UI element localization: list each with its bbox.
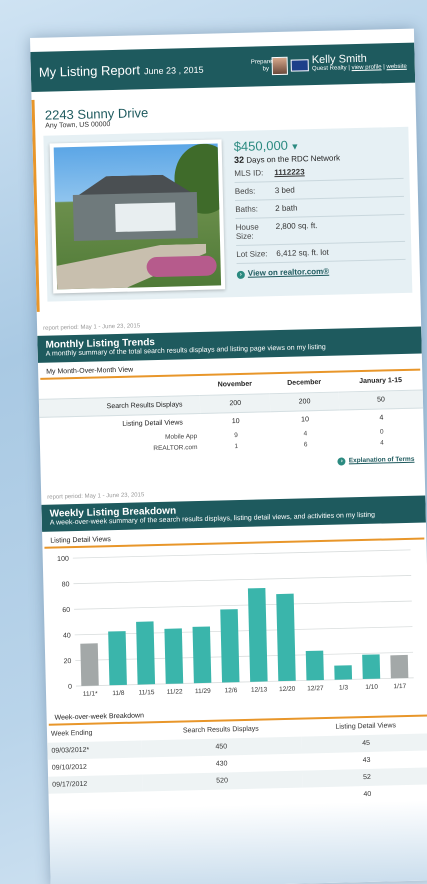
detail-key: Baths: xyxy=(235,204,259,215)
x-tick-label: 11/29 xyxy=(195,688,211,695)
detail-value[interactable]: 1112223 xyxy=(274,167,304,177)
x-tick-label: 1/17 xyxy=(393,683,406,690)
x-tick-label: 1/3 xyxy=(339,684,349,691)
report-header: My Listing Report June 23 , 2015 Prepare… xyxy=(30,42,416,92)
listing-summary: 2243 Sunny Drive Any Town, US 00000 $450… xyxy=(31,90,421,312)
x-tick-label: 11/1* xyxy=(83,691,98,698)
report-date: June 23 , 2015 xyxy=(143,64,204,76)
y-tick-label: 0 xyxy=(68,684,72,691)
cell-value: 200 xyxy=(200,393,271,414)
listing-details: $450,000 ▼ 32 Days on the RDC Network ML… xyxy=(234,135,407,289)
bar xyxy=(390,654,409,679)
gridline xyxy=(73,575,412,585)
cell-value: 200 xyxy=(269,392,340,412)
detail-value: 3 bed xyxy=(274,185,295,196)
prepared-by-label: Prepared by xyxy=(250,59,276,73)
company-logo-icon xyxy=(290,59,310,72)
house-photo xyxy=(49,139,226,294)
month-column-header: January 1-15 xyxy=(359,377,403,386)
y-tick-label: 100 xyxy=(57,556,69,563)
down-arrow-icon: ▼ xyxy=(287,141,300,152)
x-tick-label: 12/20 xyxy=(279,686,296,693)
bar xyxy=(362,654,381,680)
bar xyxy=(80,643,99,686)
gridline xyxy=(72,549,411,559)
bar-chart-svg: 0 20 40 60 80 100 11/1* 11/8 11/15 11/22 11/29 12/6… xyxy=(57,549,414,698)
x-tick-label: 12/13 xyxy=(251,686,268,693)
report-page: My Listing Report June 23 , 2015 Prepare… xyxy=(30,28,427,884)
detail-value: 2,800 sq. ft. xyxy=(275,221,318,232)
bar xyxy=(334,665,353,680)
month-column-header: December xyxy=(287,378,322,387)
listing-detail-row: House Size: 2,800 sq. ft. xyxy=(235,214,406,247)
agent-avatar xyxy=(271,56,289,76)
y-tick-label: 80 xyxy=(62,581,70,588)
bar xyxy=(136,621,156,685)
agent-block: Prepared by Kelly Smith Quest Realty | v… xyxy=(250,53,407,76)
cell-value: 10 xyxy=(301,416,310,424)
report-title: My Listing Report xyxy=(38,61,141,80)
y-tick-label: 40 xyxy=(63,632,71,639)
bar xyxy=(220,609,240,683)
y-tick-label: 60 xyxy=(62,607,70,614)
month-over-month-table: November December January 1-15 Search Resu… xyxy=(38,371,424,457)
bar xyxy=(192,626,212,684)
bar xyxy=(108,631,127,686)
detail-key: House Size: xyxy=(235,222,259,242)
x-tick-label: 11/22 xyxy=(167,688,183,695)
cell-value: 4 xyxy=(379,414,384,422)
x-tick-label: 12/6 xyxy=(225,687,238,694)
cell-value: 50 xyxy=(338,390,424,411)
arrow-circle-icon: › xyxy=(337,457,346,466)
page-fade xyxy=(48,800,427,884)
month-column-header: November xyxy=(217,380,253,389)
x-tick-label: 12/27 xyxy=(307,685,324,692)
detail-key: Beds: xyxy=(234,186,256,197)
bar xyxy=(276,593,296,682)
y-tick-label: 20 xyxy=(63,658,71,665)
x-tick-label: 11/8 xyxy=(112,690,125,697)
bar xyxy=(247,587,268,682)
x-tick-label: 11/15 xyxy=(139,689,155,696)
agent-company: Quest Realty xyxy=(311,65,347,73)
detail-key: Lot Size: xyxy=(236,249,268,260)
bar xyxy=(305,650,324,681)
detail-key: MLS ID: xyxy=(234,168,264,179)
x-tick-label: 1/10 xyxy=(365,684,378,691)
cell-value: 10 xyxy=(231,417,240,426)
week-breakdown-table: Week Ending Search Results Displays Listin… xyxy=(47,716,427,810)
gridline xyxy=(74,600,412,610)
view-on-realtor-link[interactable]: › View on realtor.com® xyxy=(236,265,406,280)
detail-value: 2 bath xyxy=(275,203,298,214)
bar xyxy=(164,628,184,684)
website-link[interactable]: website xyxy=(386,64,406,70)
listing-detail-views-chart: 0 20 40 60 80 100 11/1* 11/8 11/15 11/22 11/29 12/6… xyxy=(48,540,424,709)
detail-value: 6,412 sq. ft. lot xyxy=(276,247,329,259)
arrow-circle-icon: › xyxy=(236,270,245,280)
listing-detail-row: Lot Size: 6,412 sq. ft. lot xyxy=(236,241,406,265)
view-profile-link[interactable]: view profile xyxy=(351,64,381,71)
